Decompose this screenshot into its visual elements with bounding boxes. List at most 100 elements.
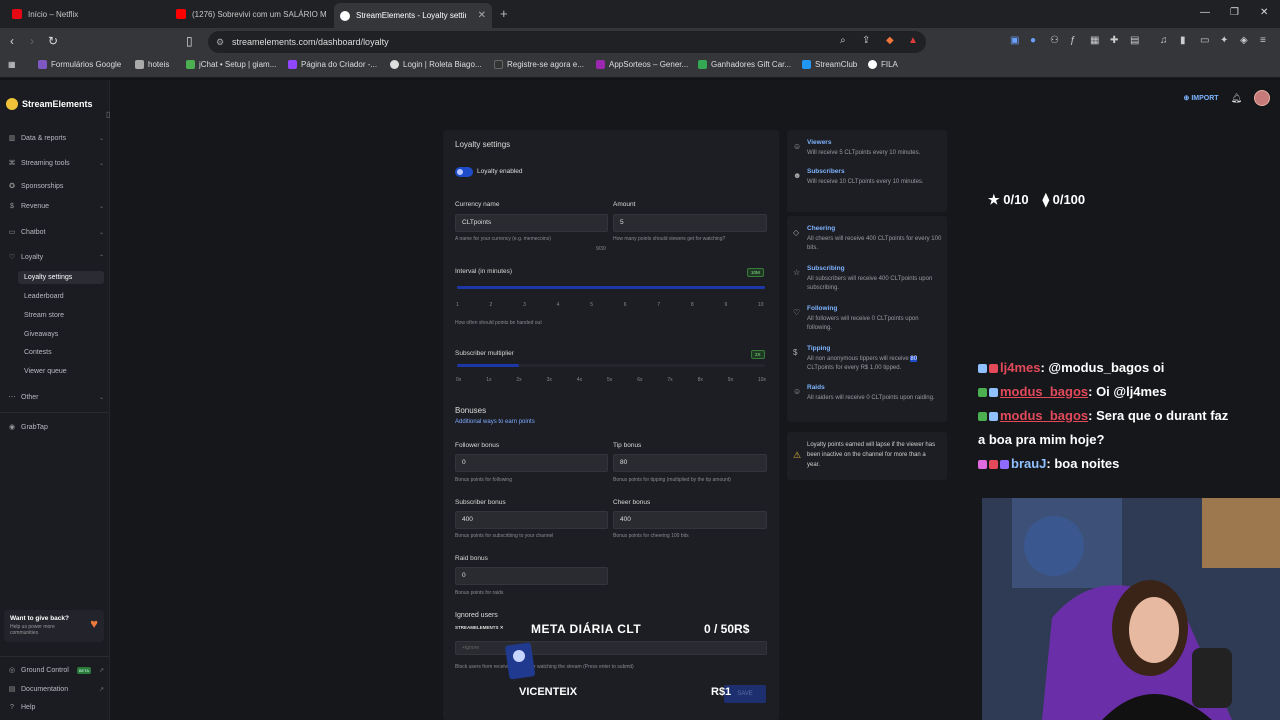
cheer-bonus-field[interactable]: 400 [613,511,767,529]
bookmark-icon[interactable]: ▯ [186,34,193,48]
forward-icon[interactable]: › [30,34,34,48]
notifications-icon[interactable]: 🔔︎ [1231,93,1242,104]
interval-tick-label: 2 [489,302,493,308]
sidebar-item-data-reports[interactable]: ▥ Data & reports ⌄ [8,134,104,143]
follower-bonus-field[interactable]: 0 [455,454,608,472]
extension-5-icon[interactable]: ▦ [1090,35,1099,46]
loyalty-enabled-toggle[interactable] [455,167,473,177]
bookmark-label: Login | Roleta Biago... [403,60,482,69]
extension-3-icon[interactable]: ⚇ [1050,35,1059,46]
info-desc: All raiders will receive 0 CLTpoints upo… [807,395,935,401]
sidebar-item-ground-control[interactable]: ◎ Ground Control BETA ↗ [8,666,104,674]
sidebar-item-chatbot[interactable]: ▭ Chatbot ⌄ [8,228,104,237]
share-icon[interactable]: ⇪ [862,35,870,46]
info-panel: ☺ Viewers Will receive 5 CLTpoints every… [787,130,947,212]
new-tab-button[interactable]: + [500,6,508,21]
sidebar-item-stream-store[interactable]: Stream store [24,312,64,319]
tip-bonus-field[interactable]: 80 [613,454,767,472]
bookmark-item[interactable]: hoteis [135,60,169,69]
streamer-webcam-image [982,498,1280,720]
bookmark-item[interactable]: Login | Roleta Biago... [390,60,482,69]
bookmark-item[interactable]: AppSorteos – Gener... [596,60,688,69]
top-right-actions: ⊕ IMPORT 🔔︎ [1184,88,1270,108]
sidebar-item-label: Chatbot [21,228,46,236]
menu-icon[interactable]: ≡ [1260,35,1266,46]
vpn-icon[interactable]: ◈ [1240,35,1248,46]
youtube-icon [176,9,186,19]
raid-icon: ☺ [793,387,802,396]
sidebar-item-giveaways[interactable]: Giveaways [24,331,58,338]
sidebar-item-contests[interactable]: Contests [24,349,52,356]
bookmark-item[interactable]: FILA [868,60,898,69]
beta-badge: BETA [76,666,92,674]
raid-bonus-hint: Bonus points for raids [455,590,504,596]
brave-shield-icon[interactable]: ◆ [886,35,894,46]
extension-1-icon[interactable]: ▣ [1010,35,1019,46]
close-window-icon[interactable]: ✕ [1260,7,1268,18]
sidebar-icon[interactable]: ▮ [1180,35,1186,46]
currency-name-field[interactable]: CLTpoints [455,214,608,232]
site-info-icon[interactable]: ⚙ [216,31,224,53]
ignored-users-title: Ignored users [455,612,498,619]
bookmark-item[interactable]: Ganhadores Gift Car... [698,60,791,69]
tab-streamelements[interactable]: StreamElements - Loyalty setting ✕ [334,3,492,28]
external-link-icon: ↗ [98,667,104,674]
url-field[interactable]: ⚙ streamelements.com/dashboard/loyalty [208,31,926,53]
tab-youtube[interactable]: (1276) Sobrevivi com um SALÁRIO M [170,3,330,25]
close-tab-icon[interactable]: ✕ [478,10,486,21]
subscriber-bonus-field[interactable]: 400 [455,511,608,529]
badge-icon [989,460,998,469]
avatar[interactable] [1254,90,1270,106]
brand-logo[interactable]: StreamElements [6,98,93,110]
chevron-down-icon: ⌄ [98,160,104,167]
extension-4-icon[interactable]: ƒ [1070,35,1076,46]
tab-netflix[interactable]: Início – Netflix [6,3,166,25]
reload-icon[interactable]: ↻ [48,34,58,48]
sidebar-item-streaming-tools[interactable]: ⌘ Streaming tools ⌄ [8,159,105,168]
wallet-icon[interactable]: ▭ [1200,35,1209,46]
give-back-card[interactable]: Want to give back? Help us power more co… [4,610,104,642]
brave-rewards-icon[interactable]: ▲ [908,35,918,46]
bookmark-item[interactable]: Formulários Google [38,60,121,69]
ignored-user-chip-label: STREAMELEMENTS [455,625,499,630]
sidebar-item-other[interactable]: ⋯ Other ⌄ [8,393,105,402]
leo-icon[interactable]: ✦ [1220,35,1228,46]
collapse-sidebar-icon[interactable]: ▯ [106,110,110,119]
sidebar-item-grabtap[interactable]: ◉ GrabTap [8,423,104,432]
bookmark-item[interactable]: jChat • Setup | giam... [186,60,276,69]
sidebar-item-documentation[interactable]: ▤ Documentation ↗ [8,685,104,694]
sidebar-item-help[interactable]: ? Help [8,704,104,711]
music-icon[interactable]: ♫ [1160,35,1168,46]
follower-bonus-hint: Bonus points for following [455,477,512,483]
interval-slider-fill[interactable] [457,286,765,289]
sidebar-item-viewer-queue[interactable]: Viewer queue [24,368,67,375]
bookmark-item[interactable]: Registre-se agora e... [494,60,584,69]
interval-tick-label: 6 [623,302,627,308]
raid-bonus-field[interactable]: 0 [455,567,608,585]
sidebar-item-revenue[interactable]: $ Revenue ⌄ [8,203,104,210]
remove-chip-icon[interactable]: ✕ [500,625,504,630]
extensions-icon[interactable]: ✚ [1110,35,1118,46]
apps-icon[interactable]: ▦ [8,60,16,69]
zoom-icon[interactable]: ⌕ [840,35,846,46]
back-icon[interactable]: ‹ [10,34,14,48]
extension-2-icon[interactable]: ● [1030,35,1036,46]
minimize-icon[interactable]: — [1200,7,1210,18]
bookmark-item[interactable]: Página do Criador -... [288,60,377,69]
sidebar-item-loyalty[interactable]: ♡ Loyalty ⌃ [8,253,104,262]
sidebar-item-label: Data & reports [21,134,67,142]
interval-label: Interval (in minutes) [455,268,513,275]
bookmark-item[interactable]: StreamClub [802,60,857,69]
amount-field[interactable]: 5 [613,214,767,232]
maximize-icon[interactable]: ❐ [1230,7,1239,18]
sidebar-item-loyalty-settings[interactable]: Loyalty settings [18,271,104,284]
info-title: Subscribing [807,265,845,272]
multiplier-slider-fill[interactable] [457,364,519,367]
ignore-user-input[interactable]: +Ignore [455,641,767,655]
sidebar-item-sponsorships[interactable]: ✪ Sponsorships [8,182,104,191]
sidebar-item-leaderboard[interactable]: Leaderboard [24,293,64,300]
tab-title: StreamElements - Loyalty setting [356,11,466,20]
ignored-user-chip[interactable]: STREAMELEMENTS ✕ [455,625,504,631]
import-button[interactable]: ⊕ IMPORT [1184,94,1219,102]
extension-6-icon[interactable]: ▤ [1130,35,1139,46]
